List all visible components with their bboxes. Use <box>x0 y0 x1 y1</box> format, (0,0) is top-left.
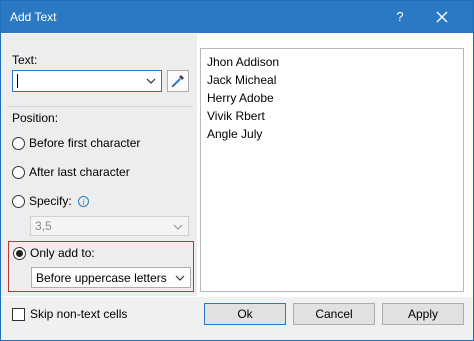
radio-before-first-character[interactable]: Before first character <box>12 135 192 151</box>
list-item: Angle July <box>207 127 263 141</box>
help-button[interactable]: ? <box>391 8 409 26</box>
radio-label: After last character <box>29 165 130 179</box>
specify-value: 3,5 <box>35 219 52 233</box>
only-add-to-select[interactable]: Before uppercase letters <box>31 267 191 288</box>
text-input[interactable] <box>12 70 162 92</box>
skip-non-text-cells-checkbox[interactable]: Skip non-text cells <box>12 307 162 323</box>
text-label: Text: <box>12 53 38 67</box>
apply-button[interactable]: Apply <box>382 303 464 325</box>
cell-picker-button[interactable] <box>167 70 189 92</box>
list-item: Jhon Addison <box>207 55 280 69</box>
list-item: Jack Micheal <box>207 73 277 87</box>
window-title: Add Text <box>10 10 57 24</box>
chevron-down-icon[interactable] <box>173 222 183 232</box>
only-add-to-value: Before uppercase letters <box>36 271 167 285</box>
cancel-button[interactable]: Cancel <box>293 303 375 325</box>
radio-specify[interactable]: Specify: <box>12 193 112 209</box>
radio-only-add-to[interactable]: Only add to: <box>13 246 153 262</box>
radio-label: Specify: <box>29 194 72 208</box>
radio-button[interactable] <box>12 195 25 208</box>
add-text-dialog: Add Text ? Text: Position: Before first … <box>0 0 474 341</box>
eyedropper-icon <box>171 75 184 88</box>
preview-list[interactable]: Jhon Addison Jack Micheal Herry Adobe Vi… <box>200 48 464 292</box>
footer-bar: Skip non-text cells Ok Cancel Apply <box>1 297 473 340</box>
checkbox[interactable] <box>12 308 25 321</box>
radio-after-last-character[interactable]: After last character <box>12 164 192 180</box>
list-item: Herry Adobe <box>207 91 274 105</box>
checkbox-label: Skip non-text cells <box>30 307 128 321</box>
radio-label: Only add to: <box>30 246 95 260</box>
text-cursor <box>17 74 18 88</box>
radio-label: Before first character <box>29 136 141 150</box>
only-add-to-group: Only add to: Before uppercase letters <box>8 241 194 292</box>
chevron-down-icon[interactable] <box>146 76 156 86</box>
radio-button-selected[interactable] <box>13 247 26 260</box>
list-item: Vivik Rbert <box>207 109 265 123</box>
close-button[interactable] <box>431 7 453 27</box>
info-icon[interactable]: i <box>78 196 89 207</box>
close-icon <box>436 11 448 23</box>
title-bar: Add Text ? <box>1 1 473 33</box>
chevron-down-icon[interactable] <box>175 273 185 283</box>
radio-button[interactable] <box>12 166 25 179</box>
divider <box>7 106 193 107</box>
radio-button[interactable] <box>12 137 25 150</box>
ok-button[interactable]: Ok <box>204 303 286 325</box>
specify-input[interactable]: 3,5 <box>30 216 189 236</box>
position-label: Position: <box>12 111 59 125</box>
